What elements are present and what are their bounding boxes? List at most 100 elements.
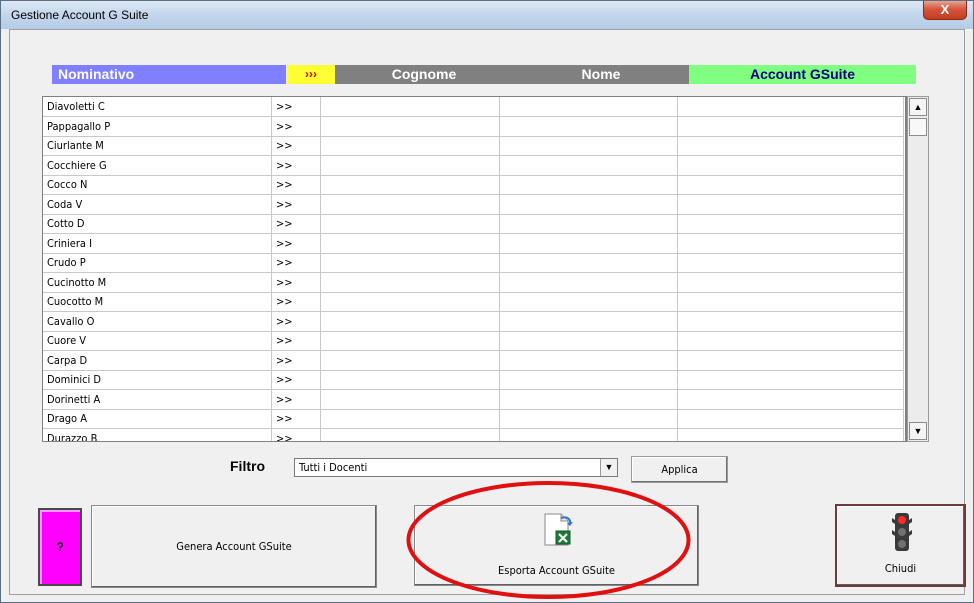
table-row[interactable]: Crudo P >>: [43, 253, 904, 273]
title-bar[interactable]: Gestione Account G Suite X: [1, 1, 973, 29]
cell-arrow[interactable]: >>: [272, 331, 321, 351]
cell-nominativo[interactable]: Coda V: [43, 194, 272, 215]
cell-nominativo[interactable]: Carpa D: [43, 350, 272, 371]
cell-nome[interactable]: [500, 350, 678, 371]
table-row[interactable]: Dorinetti A >>: [43, 389, 904, 410]
cell-arrow[interactable]: >>: [272, 409, 321, 429]
cell-arrow[interactable]: >>: [272, 350, 321, 371]
table-row[interactable]: Durazzo B >>: [43, 428, 904, 441]
scroll-thumb[interactable]: [909, 118, 927, 136]
cell-nominativo[interactable]: Cuocotto M: [43, 292, 272, 312]
table-row[interactable]: Dominici D >>: [43, 370, 904, 390]
cell-account[interactable]: [678, 428, 904, 441]
cell-cognome[interactable]: [321, 331, 500, 351]
window-close-button[interactable]: X: [923, 1, 967, 20]
cell-arrow[interactable]: >>: [272, 233, 321, 254]
cell-account[interactable]: [678, 253, 904, 273]
cell-account[interactable]: [678, 370, 904, 390]
cell-nominativo[interactable]: Criniera I: [43, 233, 272, 254]
cell-account[interactable]: [678, 97, 904, 117]
cell-nome[interactable]: [500, 272, 678, 293]
cell-nominativo[interactable]: Cotto D: [43, 214, 272, 234]
cell-cognome[interactable]: [321, 350, 500, 371]
cell-nominativo[interactable]: Crudo P: [43, 253, 272, 273]
cell-arrow[interactable]: >>: [272, 97, 321, 117]
export-account-button[interactable]: Esporta Account GSuite: [414, 505, 699, 586]
cell-arrow[interactable]: >>: [272, 116, 321, 137]
cell-cognome[interactable]: [321, 272, 500, 293]
cell-account[interactable]: [678, 272, 904, 293]
cell-nome[interactable]: [500, 136, 678, 156]
cell-arrow[interactable]: >>: [272, 253, 321, 273]
cell-cognome[interactable]: [321, 292, 500, 312]
cell-cognome[interactable]: [321, 389, 500, 410]
table-row[interactable]: Carpa D >>: [43, 350, 904, 371]
chevron-down-icon[interactable]: ▼: [600, 459, 617, 476]
grid-vertical-scrollbar[interactable]: ▲ ▼: [907, 96, 929, 442]
cell-cognome[interactable]: [321, 409, 500, 429]
cell-arrow[interactable]: >>: [272, 272, 321, 293]
cell-account[interactable]: [678, 194, 904, 215]
cell-nominativo[interactable]: Dominici D: [43, 370, 272, 390]
cell-account[interactable]: [678, 292, 904, 312]
scroll-up-icon[interactable]: ▲: [909, 98, 927, 116]
cell-account[interactable]: [678, 350, 904, 371]
cell-nome[interactable]: [500, 194, 678, 215]
table-row[interactable]: Cavallo O >>: [43, 311, 904, 332]
cell-arrow[interactable]: >>: [272, 175, 321, 195]
cell-nome[interactable]: [500, 214, 678, 234]
cell-nominativo[interactable]: Cocco N: [43, 175, 272, 195]
cell-cognome[interactable]: [321, 253, 500, 273]
scroll-down-icon[interactable]: ▼: [909, 422, 927, 440]
cell-nominativo[interactable]: Pappagallo P: [43, 116, 272, 137]
cell-nominativo[interactable]: Diavoletti C: [43, 97, 272, 117]
help-button[interactable]: ?: [38, 508, 82, 586]
cell-account[interactable]: [678, 116, 904, 137]
cell-nominativo[interactable]: Cuore V: [43, 331, 272, 351]
table-row[interactable]: Cocchiere G >>: [43, 155, 904, 176]
cell-nome[interactable]: [500, 175, 678, 195]
cell-account[interactable]: [678, 233, 904, 254]
cell-arrow[interactable]: >>: [272, 292, 321, 312]
table-row[interactable]: Pappagallo P >>: [43, 116, 904, 137]
cell-nominativo[interactable]: Cavallo O: [43, 311, 272, 332]
cell-nome[interactable]: [500, 370, 678, 390]
cell-account[interactable]: [678, 136, 904, 156]
cell-cognome[interactable]: [321, 194, 500, 215]
filter-dropdown[interactable]: Tutti i Docenti ▼: [294, 458, 618, 477]
table-row[interactable]: Drago A >>: [43, 409, 904, 429]
cell-cognome[interactable]: [321, 428, 500, 441]
cell-account[interactable]: [678, 155, 904, 176]
cell-arrow[interactable]: >>: [272, 194, 321, 215]
cell-account[interactable]: [678, 331, 904, 351]
cell-arrow[interactable]: >>: [272, 311, 321, 332]
cell-nome[interactable]: [500, 155, 678, 176]
cell-nominativo[interactable]: Ciurlante M: [43, 136, 272, 156]
cell-nome[interactable]: [500, 409, 678, 429]
table-row[interactable]: Ciurlante M >>: [43, 136, 904, 156]
cell-nome[interactable]: [500, 389, 678, 410]
cell-account[interactable]: [678, 214, 904, 234]
cell-nominativo[interactable]: Drago A: [43, 409, 272, 429]
cell-cognome[interactable]: [321, 370, 500, 390]
table-row[interactable]: Cotto D >>: [43, 214, 904, 234]
cell-account[interactable]: [678, 389, 904, 410]
cell-cognome[interactable]: [321, 116, 500, 137]
generate-account-button[interactable]: Genera Account GSuite: [91, 505, 377, 588]
table-row[interactable]: Coda V >>: [43, 194, 904, 215]
cell-arrow[interactable]: >>: [272, 155, 321, 176]
cell-arrow[interactable]: >>: [272, 370, 321, 390]
cell-cognome[interactable]: [321, 214, 500, 234]
cell-cognome[interactable]: [321, 136, 500, 156]
cell-account[interactable]: [678, 311, 904, 332]
cell-cognome[interactable]: [321, 155, 500, 176]
cell-nominativo[interactable]: Durazzo B: [43, 428, 272, 441]
cell-cognome[interactable]: [321, 97, 500, 117]
cell-nominativo[interactable]: Cucinotto M: [43, 272, 272, 293]
apply-filter-button[interactable]: Applica: [631, 456, 728, 483]
cell-cognome[interactable]: [321, 175, 500, 195]
table-row[interactable]: Cuore V >>: [43, 331, 904, 351]
table-row[interactable]: Cocco N >>: [43, 175, 904, 195]
cell-nome[interactable]: [500, 97, 678, 117]
cell-account[interactable]: [678, 175, 904, 195]
